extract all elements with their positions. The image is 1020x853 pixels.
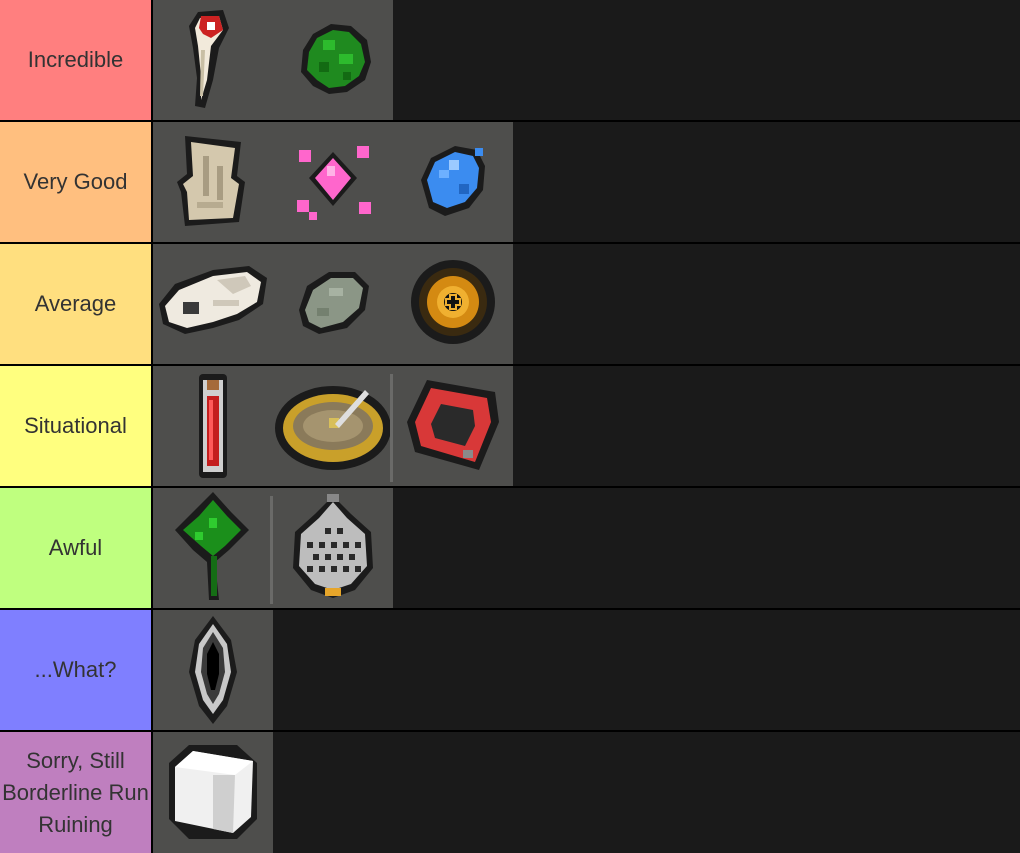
white-cube-icon[interactable] bbox=[153, 732, 273, 853]
ancient-scroll-icon[interactable] bbox=[153, 122, 273, 242]
tier-label[interactable]: Awful bbox=[0, 488, 153, 608]
tier-row-situational: Situational bbox=[0, 366, 1020, 486]
tier-items bbox=[153, 366, 513, 486]
tier-items bbox=[153, 610, 273, 730]
brass-compass-icon[interactable] bbox=[273, 366, 393, 486]
animal-skull-icon[interactable] bbox=[153, 244, 273, 364]
tier-label[interactable]: Sorry, Still Borderline Run Ruining bbox=[0, 732, 153, 853]
red-ring-icon[interactable] bbox=[390, 366, 513, 486]
tier-items bbox=[153, 732, 273, 853]
tier-items bbox=[153, 122, 513, 242]
bone-fang-icon[interactable] bbox=[153, 0, 273, 120]
tier-list: Incredible Very Good Average Situational… bbox=[0, 0, 1020, 853]
golden-eye-icon[interactable] bbox=[393, 244, 513, 364]
tier-label[interactable]: Situational bbox=[0, 366, 153, 486]
grated-ornament-icon[interactable] bbox=[270, 488, 393, 608]
tier-row-what: ...What? bbox=[0, 610, 1020, 730]
tier-row-awful: Awful bbox=[0, 488, 1020, 608]
grey-stone-icon[interactable] bbox=[273, 244, 393, 364]
tier-label[interactable]: Incredible bbox=[0, 0, 153, 120]
tier-items bbox=[153, 0, 393, 120]
green-moss-icon[interactable] bbox=[273, 0, 393, 120]
tier-row-run-ruining: Sorry, Still Borderline Run Ruining bbox=[0, 732, 1020, 853]
tier-items bbox=[153, 244, 513, 364]
tier-row-very-good: Very Good bbox=[0, 122, 1020, 242]
blue-gem-icon[interactable] bbox=[393, 122, 513, 242]
tier-label[interactable]: Average bbox=[0, 244, 153, 364]
tier-label[interactable]: Very Good bbox=[0, 122, 153, 242]
tier-label[interactable]: ...What? bbox=[0, 610, 153, 730]
tier-row-average: Average bbox=[0, 244, 1020, 364]
tier-row-incredible: Incredible bbox=[0, 0, 1020, 120]
void-portal-icon[interactable] bbox=[153, 610, 273, 730]
red-vial-icon[interactable] bbox=[153, 366, 273, 486]
tier-items bbox=[153, 488, 393, 608]
clover-leaf-icon[interactable] bbox=[153, 488, 273, 608]
pink-crystal-icon[interactable] bbox=[273, 122, 393, 242]
